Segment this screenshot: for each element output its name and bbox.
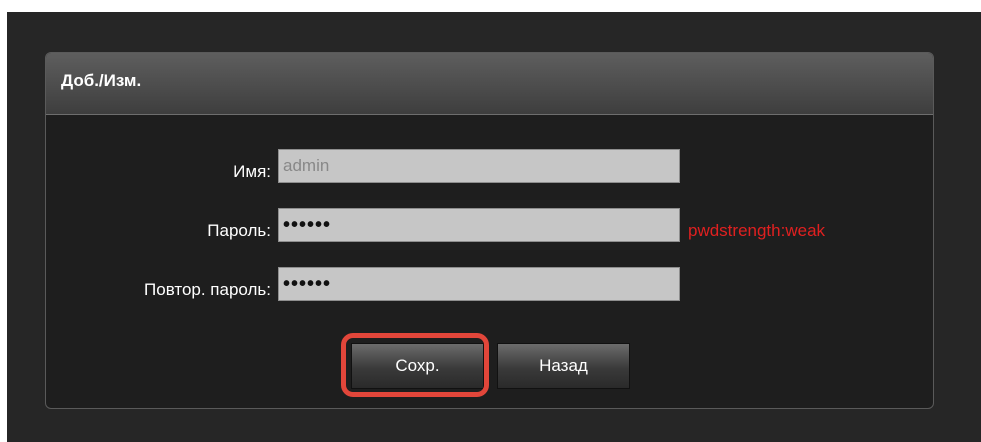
screen-background: Доб./Изм. Имя: Пароль: pwdstrength:weak … [7, 12, 981, 442]
panel-title: Доб./Изм. [61, 71, 142, 90]
user-edit-panel: Доб./Изм. Имя: Пароль: pwdstrength:weak … [45, 52, 934, 409]
password-label: Пароль: [207, 221, 271, 240]
password-field[interactable] [278, 208, 680, 242]
name-field[interactable] [278, 149, 680, 183]
panel-header: Доб./Изм. [46, 53, 933, 115]
confirm-password-label: Повтор. пароль: [144, 280, 271, 299]
back-button[interactable]: Назад [497, 343, 630, 389]
confirm-password-field[interactable] [278, 267, 680, 301]
password-strength-indicator: pwdstrength:weak [688, 221, 826, 240]
name-label: Имя: [233, 162, 271, 181]
save-button[interactable]: Сохр. [351, 343, 484, 389]
